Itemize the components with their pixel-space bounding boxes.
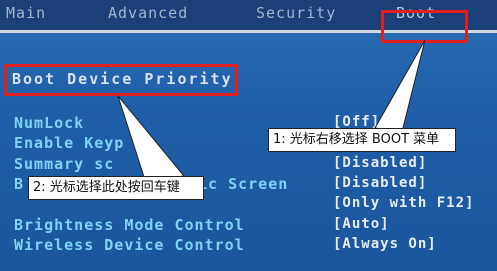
callout-press-enter: 2: 光标选择此处按回车键: [28, 176, 204, 200]
boot-arrow-icon: [374, 39, 426, 133]
bios-screen: Main Advanced Security Boot Boot Device …: [0, 0, 497, 271]
enter-arrow-icon: [117, 95, 185, 181]
callout-boot-menu: 1: 光标右移选择 BOOT 菜单: [268, 128, 456, 152]
